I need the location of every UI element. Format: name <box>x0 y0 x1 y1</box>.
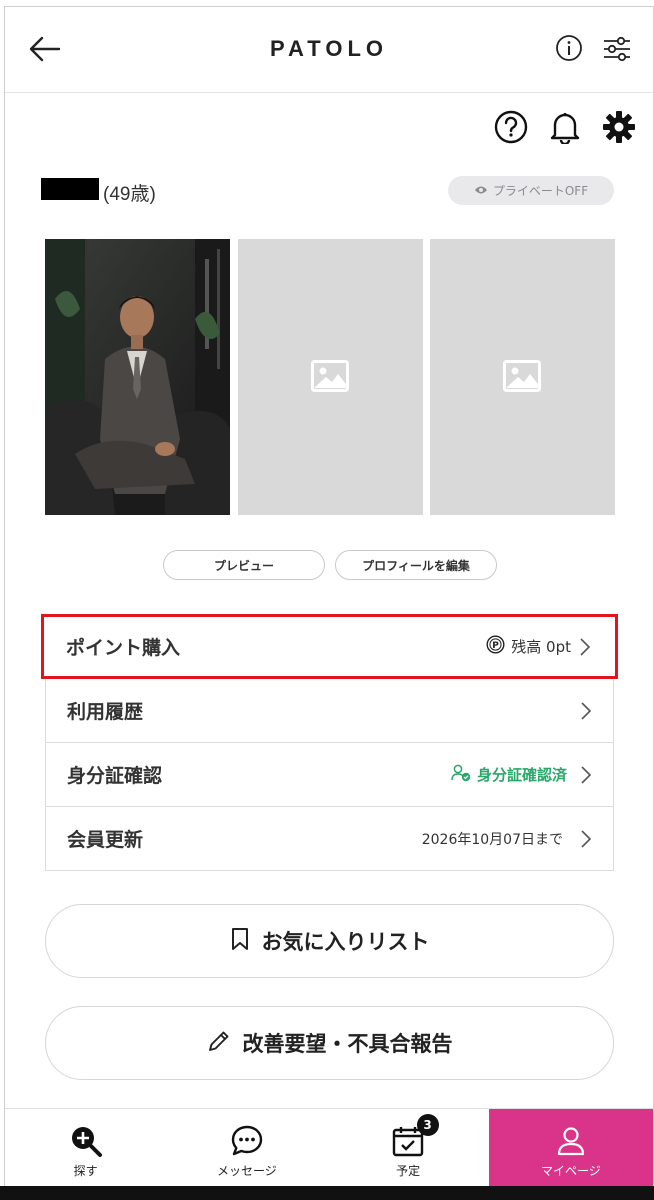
pencil-icon <box>207 1029 231 1058</box>
account-menu: ポイント購入 P 残高 0pt 利用履歴 身分証確認 身分証確認済 会員更新 2… <box>41 614 618 871</box>
private-status-label: プライベートOFF <box>492 184 589 198</box>
info-icon[interactable] <box>555 34 583 62</box>
bell-icon[interactable] <box>549 110 581 146</box>
bookmark-icon <box>230 927 250 956</box>
nav-schedule[interactable]: 3 予定 <box>328 1109 489 1192</box>
chevron-right-icon <box>579 701 593 721</box>
nav-mypage-label: マイページ <box>540 1164 601 1178</box>
nav-mypage[interactable]: マイページ <box>488 1109 653 1192</box>
membership-expiry-text: 2026年10月07日まで <box>421 831 563 848</box>
verification-status: 身分証確認済 <box>451 743 567 806</box>
profile-photo-slot-3[interactable] <box>430 239 615 515</box>
filter-icon[interactable] <box>602 36 632 62</box>
image-placeholder-icon <box>311 360 349 392</box>
chevron-right-icon <box>579 829 593 849</box>
preview-button[interactable]: プレビュー <box>163 550 325 580</box>
profile-age: (49歳) <box>103 184 156 205</box>
edit-profile-button[interactable]: プロフィールを編集 <box>335 550 497 580</box>
points-balance-value: 残高 0pt <box>511 638 571 656</box>
chevron-right-icon <box>578 637 592 657</box>
membership-expiry: 2026年10月07日まで <box>422 807 563 870</box>
gear-icon[interactable] <box>602 110 636 144</box>
menu-item-label: ポイント購入 <box>66 637 181 659</box>
svg-text:P: P <box>492 641 499 651</box>
redacted-name <box>41 178 99 200</box>
favorites-list-label: お気に入りリスト <box>261 930 430 954</box>
nav-search[interactable]: 探す <box>5 1109 166 1192</box>
menu-item-label: 会員更新 <box>67 829 144 851</box>
schedule-count-badge: 3 <box>416 1114 439 1136</box>
help-icon[interactable] <box>494 110 528 144</box>
eye-icon <box>474 184 488 198</box>
nav-messages[interactable]: メッセージ <box>166 1109 327 1192</box>
verification-status-text: 身分証確認済 <box>476 766 567 784</box>
person-icon <box>554 1124 588 1158</box>
chevron-right-icon <box>579 765 593 785</box>
menu-item-id-verification[interactable]: 身分証確認 身分証確認済 <box>45 743 614 807</box>
search-plus-icon <box>69 1124 103 1158</box>
points-balance: P 残高 0pt <box>486 617 571 676</box>
chat-bubble-icon <box>230 1124 264 1158</box>
nav-search-label: 探す <box>73 1164 98 1178</box>
private-mode-toggle[interactable]: プライベートOFF <box>448 176 614 205</box>
nav-schedule-label: 予定 <box>396 1164 421 1178</box>
menu-item-label: 利用履歴 <box>67 701 144 723</box>
device-bottom-bar <box>0 1186 654 1200</box>
report-issue-label: 改善要望・不具合報告 <box>242 1032 453 1056</box>
app-frame: PATOLO (49歳) プライベートOFF プレビュー プロフィールを編集 ポ… <box>4 6 654 1192</box>
menu-item-membership[interactable]: 会員更新 2026年10月07日まで <box>45 807 614 871</box>
header: PATOLO <box>5 7 653 93</box>
profile-photo-main[interactable] <box>45 239 230 515</box>
menu-item-history[interactable]: 利用履歴 <box>45 679 614 743</box>
image-placeholder-icon <box>503 360 541 392</box>
menu-item-label: 身分証確認 <box>67 765 163 787</box>
verified-user-icon <box>451 764 471 786</box>
bottom-nav: 探す メッセージ 3 予定 マイページ <box>5 1108 653 1192</box>
report-issue-button[interactable]: 改善要望・不具合報告 <box>45 1006 614 1080</box>
nav-messages-label: メッセージ <box>216 1164 277 1178</box>
profile-photo-slot-2[interactable] <box>238 239 423 515</box>
point-coin-icon: P <box>486 635 505 658</box>
menu-item-points[interactable]: ポイント購入 P 残高 0pt <box>41 614 618 679</box>
favorites-list-button[interactable]: お気に入りリスト <box>45 904 614 978</box>
